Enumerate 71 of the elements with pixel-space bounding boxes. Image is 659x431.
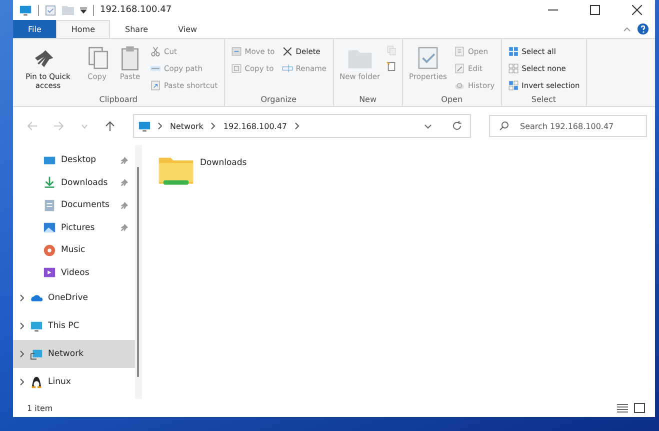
music-icon [43, 244, 56, 257]
computer-icon [138, 120, 151, 132]
scissors-icon [150, 46, 161, 56]
maximize-icon [590, 5, 600, 15]
refresh-icon[interactable] [452, 121, 462, 131]
computer-icon [19, 4, 32, 16]
move-folder-icon [230, 46, 242, 56]
address-bar[interactable]: Network 192.168.100.47 [133, 114, 471, 138]
group-label: Open [440, 95, 464, 106]
breadcrumb[interactable]: 192.168.100.47 [222, 122, 288, 130]
invert-selection-icon [508, 80, 519, 90]
expand-chevron-icon [19, 322, 25, 330]
nav-item[interactable]: Downloads [13, 172, 135, 194]
search-field[interactable]: Search 192.168.100.47 [489, 115, 647, 137]
select-all-icon [508, 46, 519, 56]
expand-chevron-icon [19, 350, 25, 358]
breadcrumb[interactable]: Network [169, 122, 204, 130]
penguin-icon [30, 376, 43, 388]
group-label: Select [530, 95, 558, 106]
details-view-icon[interactable] [617, 403, 628, 413]
group-label: Clipboard [98, 95, 138, 106]
delete-icon [282, 46, 293, 56]
select-none-icon [508, 62, 519, 74]
nav-item[interactable]: Pictures [13, 216, 135, 239]
folder-icon [158, 155, 194, 186]
file-item[interactable]: Downloads [158, 155, 247, 186]
expand-chevron-icon [19, 378, 25, 386]
nav-item[interactable]: This PC [13, 312, 135, 340]
network-icon [30, 348, 43, 360]
open-icon [454, 46, 465, 56]
expand-chevron-icon [19, 294, 25, 302]
chevron-right-icon [294, 122, 300, 130]
nav-item[interactable]: OneDrive [13, 284, 135, 312]
back-arrow-icon [26, 121, 38, 131]
close-icon [632, 5, 642, 15]
new-item-icon [386, 61, 398, 72]
tiles-view-icon[interactable] [634, 403, 645, 413]
item-count: 1 item [27, 404, 53, 412]
forward-arrow-icon [52, 121, 64, 131]
chevron-right-icon [210, 122, 216, 130]
properties-icon[interactable] [45, 4, 56, 16]
ribbon-tab[interactable]: Share [110, 20, 164, 38]
search-icon [499, 121, 509, 131]
up-arrow-icon [105, 120, 115, 132]
dropdown-icon[interactable] [80, 6, 87, 14]
video-icon [43, 266, 56, 280]
pictures-icon [43, 221, 56, 234]
shortcut-icon [150, 80, 161, 90]
nav-item[interactable]: Network [13, 340, 135, 368]
ribbon-tab[interactable]: View [163, 20, 212, 38]
group-label: Organize [260, 95, 298, 106]
nav-item[interactable]: Desktop [13, 149, 135, 172]
nav-item[interactable]: Music [13, 239, 135, 262]
scrollbar[interactable] [137, 167, 139, 377]
chevron-right-icon [157, 122, 163, 130]
caret-icon [80, 124, 88, 128]
group-label: New [358, 95, 378, 106]
edit-icon [454, 62, 465, 74]
ribbon-tab[interactable]: File [13, 20, 56, 38]
copy-folder-icon [230, 62, 242, 74]
download-icon [43, 176, 56, 190]
copy-item-icon [386, 45, 398, 56]
nav-item[interactable]: Linux [13, 368, 135, 396]
rename-icon [282, 62, 293, 74]
computer-icon [30, 320, 43, 332]
dropdown-icon[interactable] [424, 124, 432, 128]
document-icon [43, 198, 56, 212]
ribbon-tab[interactable]: Home [56, 20, 110, 38]
window-title: 192.168.100.47 [100, 5, 173, 15]
nav-item[interactable]: Videos [13, 262, 135, 284]
nav-item[interactable]: Documents [13, 194, 135, 216]
